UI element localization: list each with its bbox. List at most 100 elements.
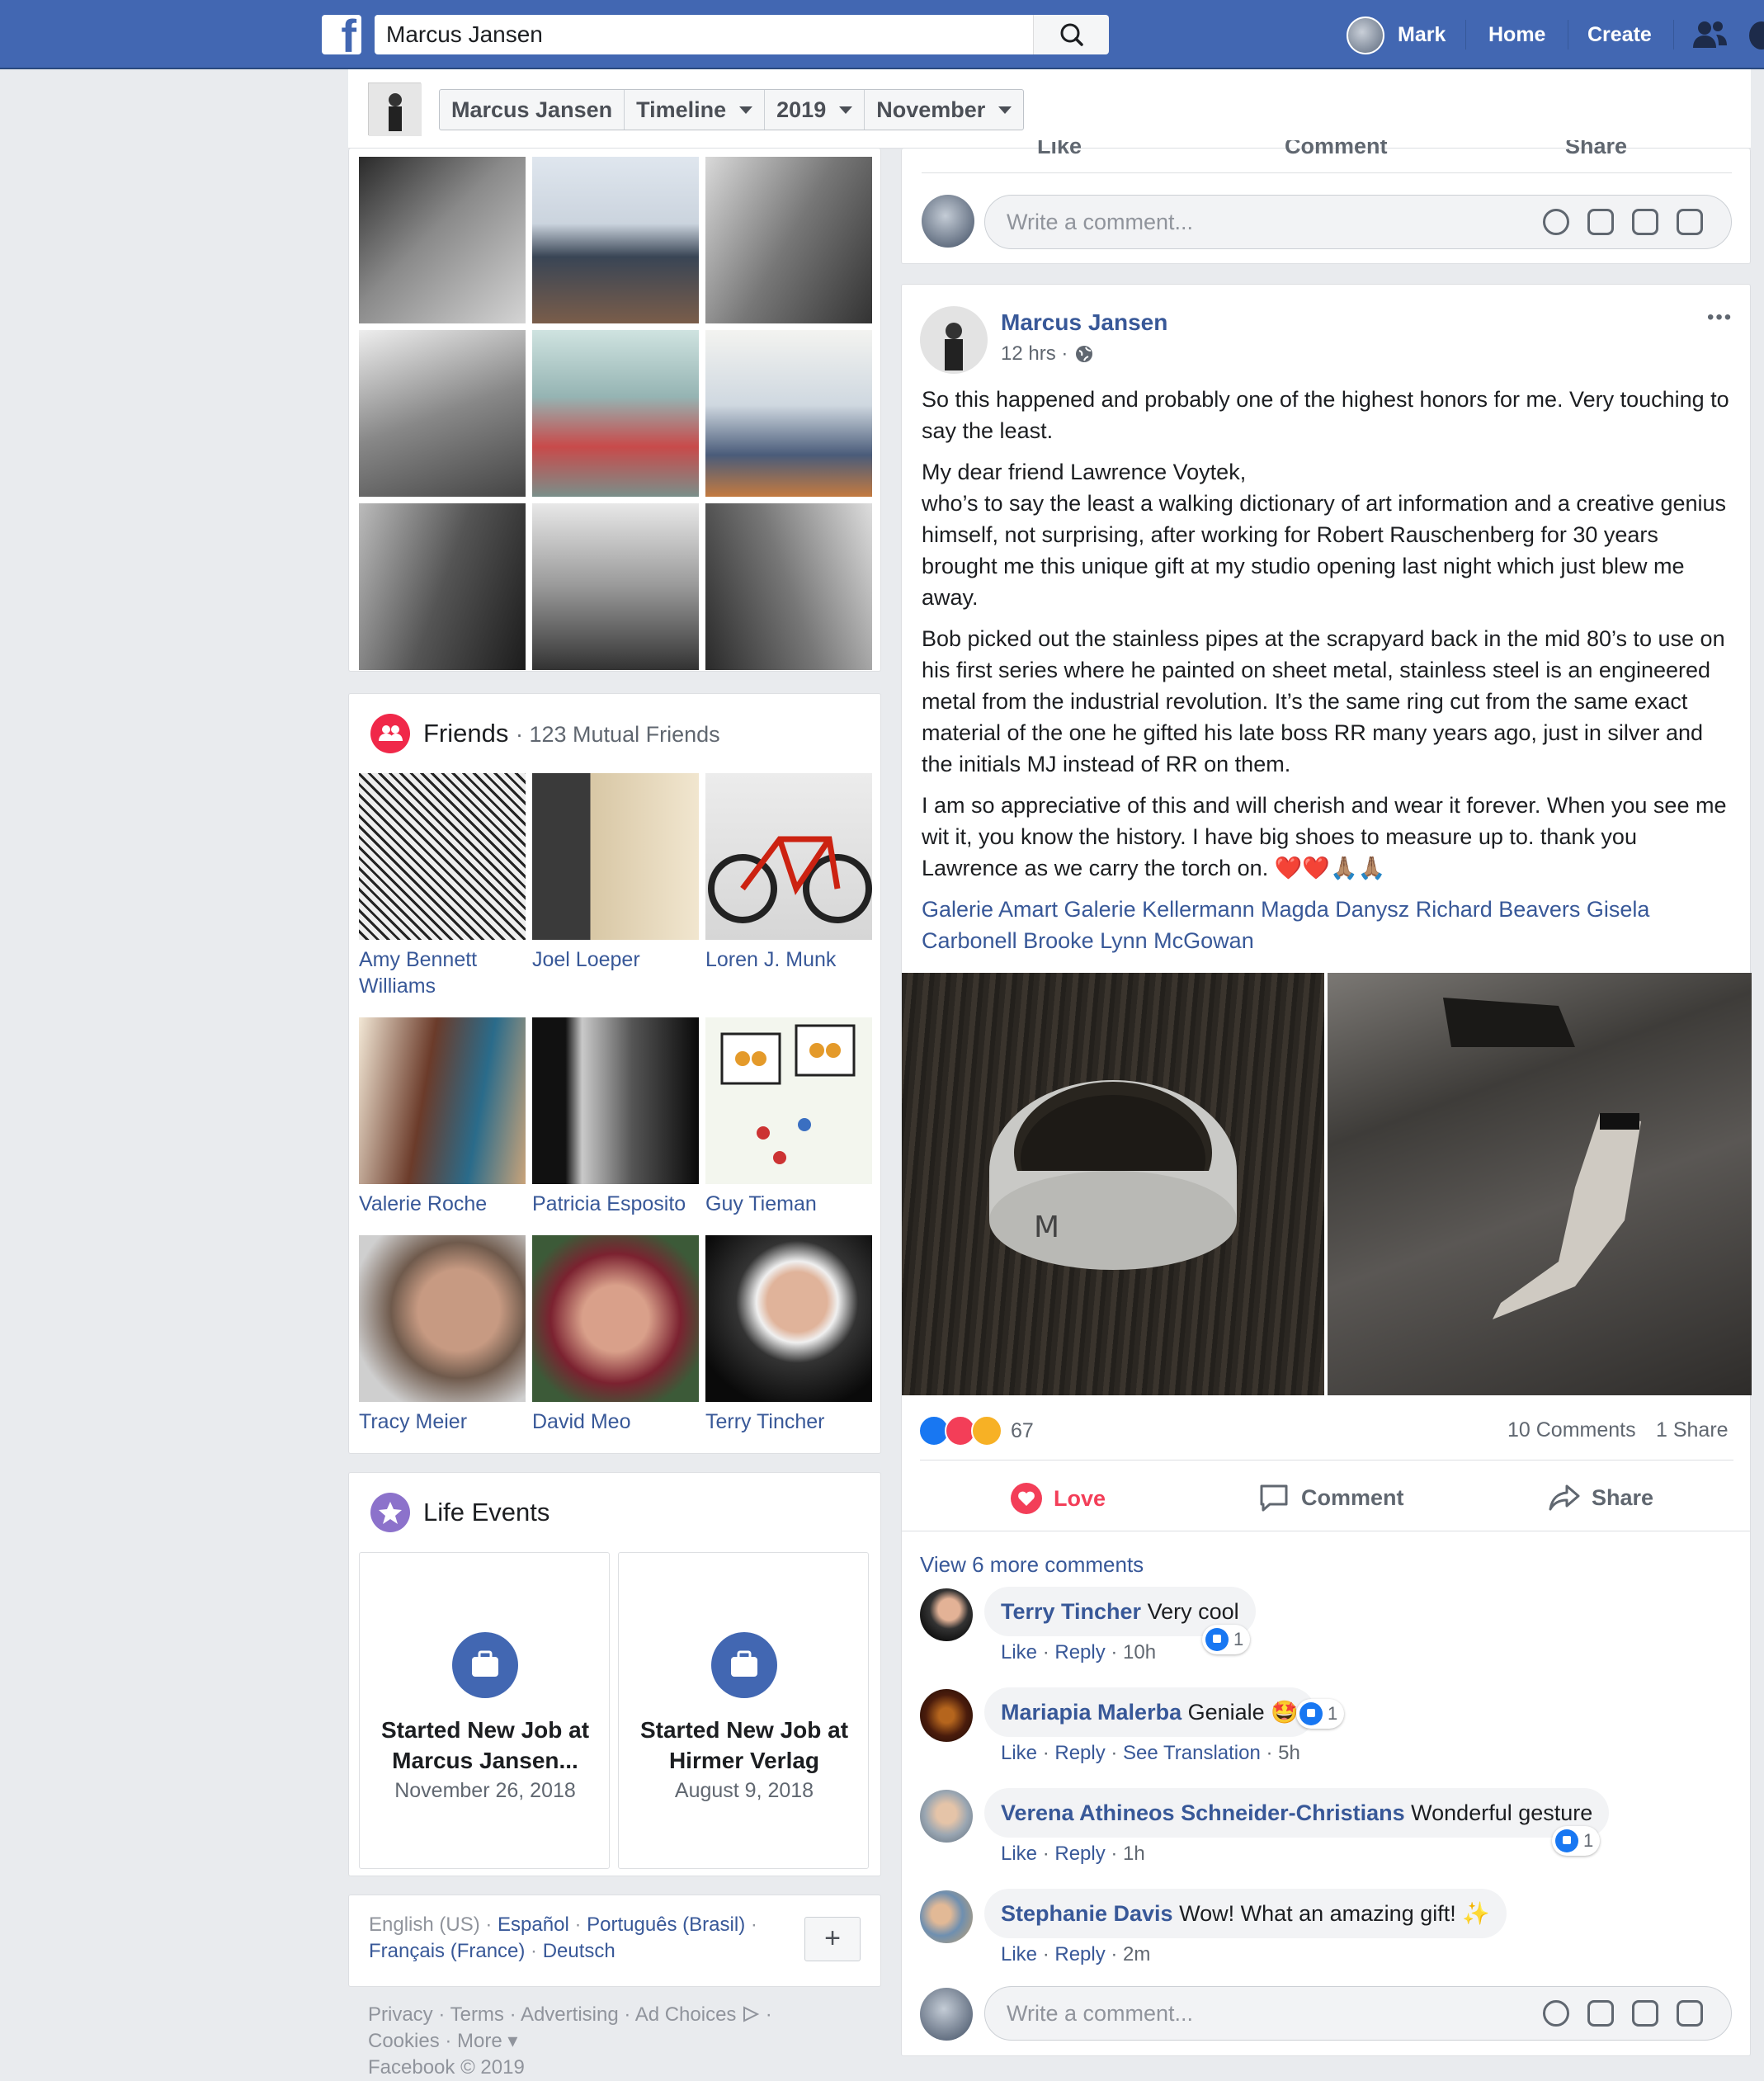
crumb-timeline-dropdown[interactable]: Timeline	[625, 90, 766, 130]
footer-link[interactable]: Privacy	[368, 2003, 433, 2026]
photo-thumbnail[interactable]	[532, 503, 699, 670]
friend-name-link[interactable]: Patricia Esposito	[532, 1191, 686, 1217]
friend-name-link[interactable]: Valerie Roche	[359, 1191, 487, 1217]
gif-icon[interactable]	[1632, 209, 1658, 235]
post-tagged-pages[interactable]: Galerie Amart Galerie Kellermann Magda D…	[922, 894, 1733, 956]
friend-name-link[interactable]: David Meo	[532, 1409, 631, 1435]
footer-link[interactable]: Cookies	[368, 2030, 440, 2052]
love-button[interactable]: Love	[1011, 1483, 1106, 1514]
friend-name-link[interactable]: Joel Loeper	[532, 946, 640, 973]
profile-thumbnail[interactable]	[368, 83, 422, 136]
comment-like-badge[interactable]: 1	[1552, 1826, 1601, 1856]
emoji-icon[interactable]	[1543, 2000, 1569, 2027]
friend-photo[interactable]	[705, 773, 872, 940]
comment-button[interactable]: Comment	[1258, 1483, 1404, 1512]
emoji-icon[interactable]	[1543, 209, 1569, 235]
footer-link[interactable]: Terms	[450, 2003, 504, 2026]
comment-author-link[interactable]: Stephanie Davis	[1001, 1901, 1173, 1926]
camera-icon[interactable]	[1587, 2000, 1614, 2027]
search-input[interactable]: Marcus Jansen	[375, 15, 1033, 54]
comment-button[interactable]: Comment	[1285, 140, 1388, 159]
life-events-title[interactable]: Life Events	[423, 1498, 549, 1527]
friend-photo[interactable]	[359, 1017, 526, 1184]
language-link[interactable]: Deutsch	[543, 1940, 616, 1962]
comment-like-link[interactable]: Like	[1001, 1943, 1037, 1965]
user-avatar[interactable]	[1347, 17, 1384, 54]
friend-photo[interactable]	[532, 773, 699, 940]
comment-author-link[interactable]: Mariapia Malerba	[1001, 1700, 1182, 1725]
comments-count-link[interactable]: 10 Comments	[1507, 1418, 1636, 1442]
friend-name-link[interactable]: Tracy Meier	[359, 1409, 467, 1435]
friend-name-link[interactable]: Loren J. Munk	[705, 946, 836, 973]
comment-reply-link[interactable]: Reply	[1054, 1943, 1105, 1965]
friend-name-link[interactable]: Guy Tieman	[705, 1191, 817, 1217]
friend-photo[interactable]	[359, 773, 526, 940]
post-options-menu[interactable]: •••	[1707, 306, 1733, 329]
camera-icon[interactable]	[1587, 209, 1614, 235]
nav-home-link[interactable]: Home	[1488, 21, 1545, 48]
photo-thumbnail[interactable]	[359, 503, 526, 670]
life-event-tile[interactable]: Started New Job at Marcus Jansen... Nove…	[359, 1552, 610, 1869]
comment-author-link[interactable]: Terry Tincher	[1001, 1599, 1141, 1624]
crumb-profile-name[interactable]: Marcus Jansen	[440, 90, 625, 130]
photo-thumbnail[interactable]	[705, 157, 872, 323]
comment-time[interactable]: 1h	[1123, 1843, 1145, 1865]
post-author-name[interactable]: Marcus Jansen	[1001, 309, 1167, 336]
friend-photo[interactable]	[532, 1235, 699, 1402]
facebook-logo-icon[interactable]: f	[322, 13, 361, 59]
footer-link[interactable]: Advertising	[521, 2003, 619, 2026]
comment-like-link[interactable]: Like	[1001, 1742, 1037, 1764]
crumb-month-dropdown[interactable]: November	[865, 90, 1023, 130]
friend-photo[interactable]	[705, 1017, 872, 1184]
crumb-year-dropdown[interactable]: 2019	[765, 90, 865, 130]
post-timestamp[interactable]: 12 hrs ·	[1001, 342, 1094, 366]
comment-reply-link[interactable]: Reply	[1054, 1641, 1105, 1663]
commenter-avatar[interactable]	[920, 1790, 973, 1843]
search-button[interactable]	[1033, 15, 1109, 54]
shares-count-link[interactable]: 1 Share	[1656, 1418, 1729, 1442]
comment-reply-link[interactable]: Reply	[1054, 1742, 1105, 1764]
life-event-tile[interactable]: Started New Job at Hirmer Verlag August …	[618, 1552, 869, 1869]
photo-thumbnail[interactable]	[359, 330, 526, 497]
gif-icon[interactable]	[1632, 2000, 1658, 2027]
post-author-avatar[interactable]	[920, 306, 988, 374]
friend-name-link[interactable]: Amy Bennett Williams	[359, 946, 524, 999]
language-link[interactable]: Español	[498, 1913, 569, 1936]
post-photo-ring[interactable]: M	[902, 973, 1324, 1395]
commenter-avatar[interactable]	[920, 1689, 973, 1742]
footer-more-link[interactable]: More ▾	[457, 2030, 517, 2052]
messenger-icon[interactable]	[1749, 21, 1764, 50]
comment-like-link[interactable]: Like	[1001, 1641, 1037, 1663]
nav-create-link[interactable]: Create	[1587, 21, 1652, 48]
post-photo-hand[interactable]	[1328, 973, 1752, 1395]
photo-thumbnail[interactable]	[359, 157, 526, 323]
footer-link[interactable]: Ad Choices	[635, 2003, 737, 2026]
write-comment-input[interactable]: Write a comment...	[984, 1986, 1732, 2041]
comment-reply-link[interactable]: Reply	[1054, 1843, 1105, 1865]
friend-name-link[interactable]: Terry Tincher	[705, 1409, 824, 1435]
sticker-icon[interactable]	[1677, 209, 1703, 235]
comment-like-link[interactable]: Like	[1001, 1843, 1037, 1865]
friend-photo[interactable]	[359, 1235, 526, 1402]
like-button[interactable]: Like	[1037, 140, 1082, 159]
write-comment-input[interactable]: Write a comment...	[984, 195, 1732, 249]
comment-time[interactable]: 2m	[1123, 1943, 1150, 1965]
commenter-avatar[interactable]	[920, 1588, 973, 1641]
commenter-avatar[interactable]	[920, 1890, 973, 1943]
sticker-icon[interactable]	[1677, 2000, 1703, 2027]
photo-thumbnail[interactable]	[532, 330, 699, 497]
photo-thumbnail[interactable]	[705, 330, 872, 497]
comment-time[interactable]: 10h	[1123, 1641, 1156, 1663]
photo-thumbnail[interactable]	[705, 503, 872, 670]
comment-like-badge[interactable]: 1	[1202, 1625, 1251, 1654]
share-button[interactable]: Share	[1565, 140, 1627, 159]
photo-thumbnail[interactable]	[532, 157, 699, 323]
nav-user-name[interactable]: Mark	[1398, 21, 1446, 48]
comment-like-badge[interactable]: 1	[1296, 1699, 1345, 1729]
comment-time[interactable]: 5h	[1278, 1742, 1300, 1764]
share-button[interactable]: Share	[1549, 1483, 1653, 1512]
comment-author-link[interactable]: Verena Athineos Schneider-Christians	[1001, 1800, 1405, 1825]
view-more-comments-link[interactable]: View 6 more comments	[920, 1552, 1144, 1578]
language-link[interactable]: Français (France)	[369, 1940, 525, 1962]
language-link[interactable]: Português (Brasil)	[587, 1913, 745, 1936]
